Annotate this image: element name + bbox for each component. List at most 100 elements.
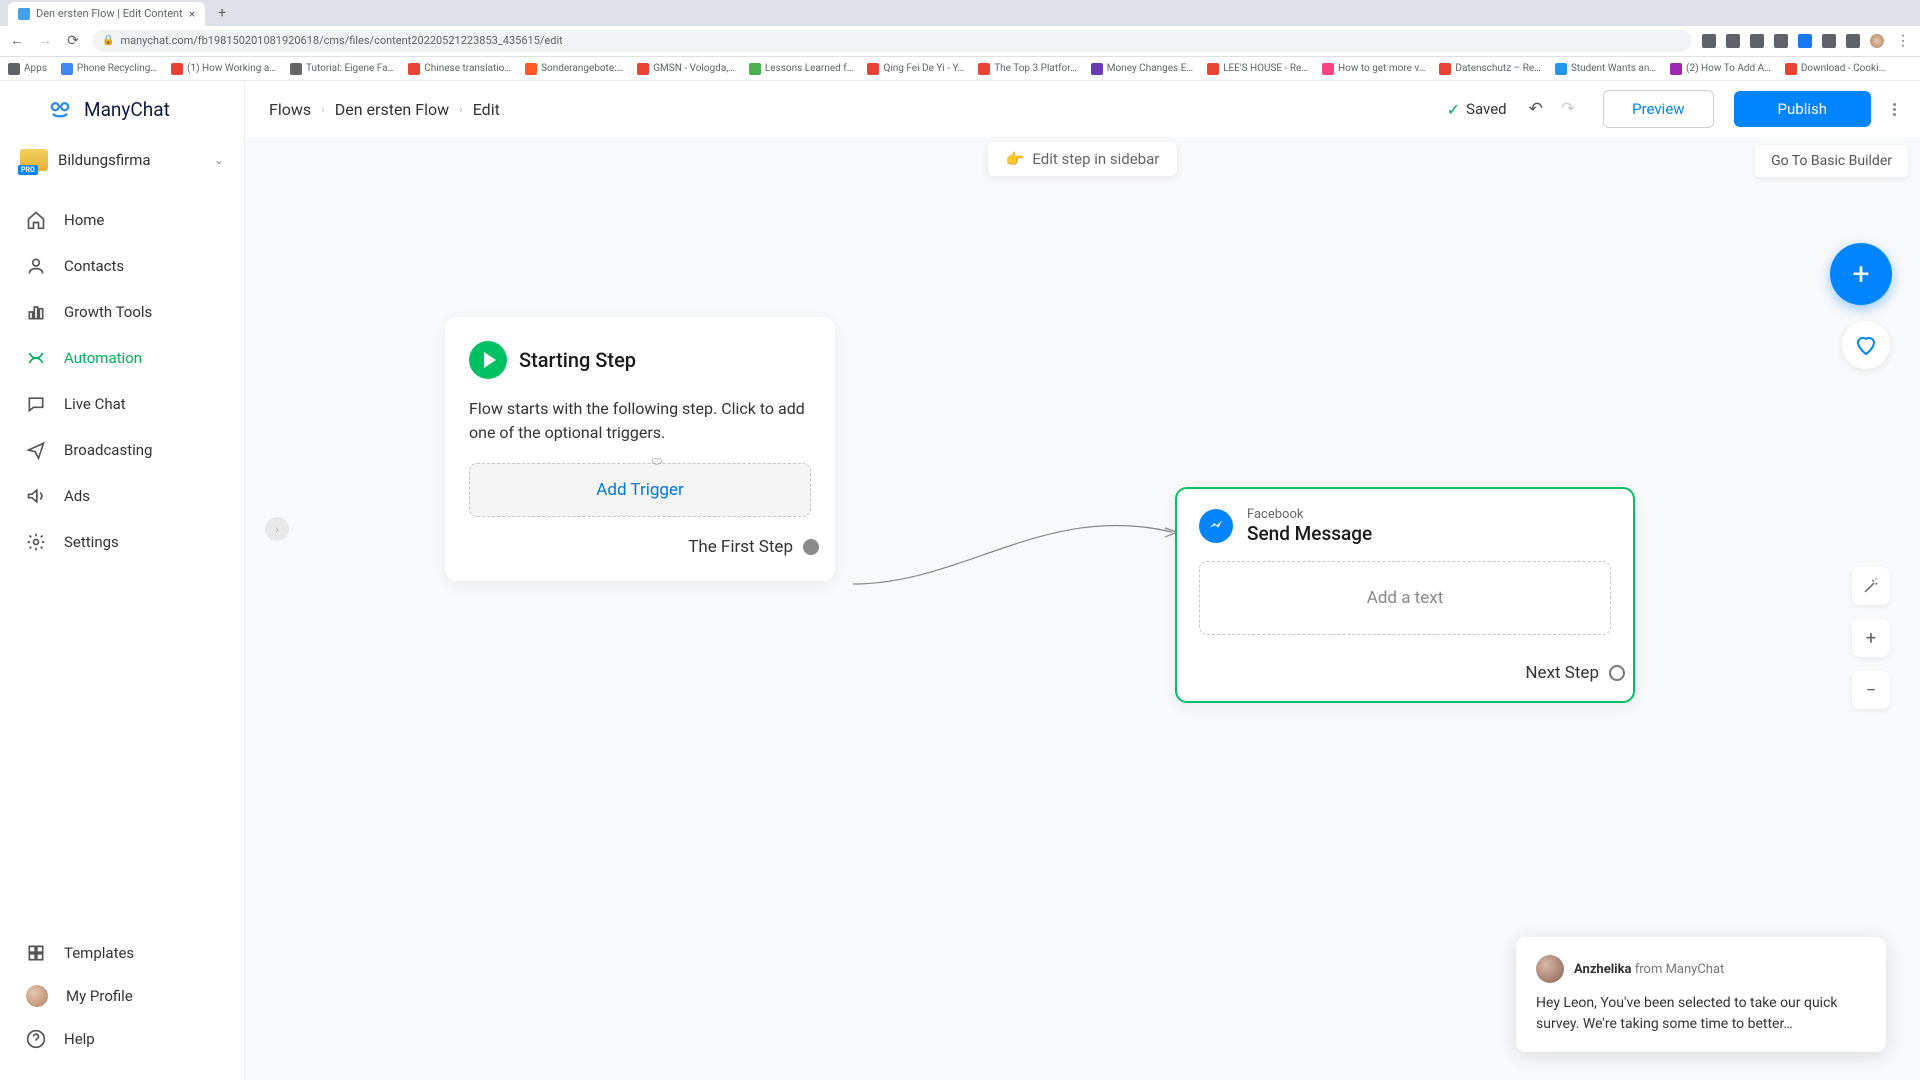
saved-status: ✓ Saved xyxy=(1447,100,1507,119)
workspace-name: Bildungsfirma xyxy=(58,151,151,169)
back-button[interactable]: ← xyxy=(8,32,26,50)
ext-icon[interactable] xyxy=(1846,34,1860,48)
bookmark-item[interactable]: (2) How To Add A… xyxy=(1670,63,1771,75)
workspace-selector[interactable]: PRO Bildungsfirma ⌄ xyxy=(0,137,244,183)
contacts-icon xyxy=(26,256,46,276)
output-port[interactable] xyxy=(1609,665,1625,681)
auto-arrange-button[interactable] xyxy=(1852,567,1890,605)
crumb-flow-name[interactable]: Den ersten Flow xyxy=(335,100,449,119)
bookmark-item[interactable]: Sonderangebote:… xyxy=(525,63,623,75)
more-menu-button[interactable] xyxy=(1893,103,1896,116)
next-step-output[interactable]: Next Step xyxy=(1199,663,1611,683)
bookmark-item[interactable]: Money Changes E… xyxy=(1091,63,1193,75)
ext-icon[interactable] xyxy=(1822,34,1836,48)
profile-avatar-icon[interactable] xyxy=(1870,34,1884,48)
bookmark-label: GMSN - Vologda,… xyxy=(653,63,735,74)
first-step-output[interactable]: The First Step xyxy=(469,537,811,557)
url-text: manychat.com/fb198150201081920618/cms/fi… xyxy=(120,34,562,47)
sidebar-item-broadcasting[interactable]: Broadcasting xyxy=(0,427,244,473)
bookmark-item[interactable]: Chinese translatio… xyxy=(408,63,511,75)
main: Flows › Den ersten Flow › Edit ✓ Saved ↶… xyxy=(245,81,1920,1080)
bookmark-item[interactable]: Qing Fei De Yi - Y… xyxy=(867,63,964,75)
undo-button[interactable]: ↶ xyxy=(1529,99,1543,119)
crumb-edit: Edit xyxy=(473,100,500,119)
menu-icon[interactable]: ⋮ xyxy=(1894,32,1912,50)
chevron-down-icon: ⌄ xyxy=(214,153,224,167)
bookmark-item[interactable]: GMSN - Vologda,… xyxy=(637,63,735,75)
close-icon[interactable]: × xyxy=(189,7,195,21)
zoom-out-button[interactable]: − xyxy=(1852,671,1890,709)
bookmark-item[interactable]: The Top 3 Platfor… xyxy=(978,63,1077,75)
bookmark-item[interactable]: How to get more v… xyxy=(1322,63,1425,75)
bookmark-item[interactable]: Download - Cooki… xyxy=(1785,63,1885,75)
cursor-icon: ⬭ xyxy=(652,454,662,469)
ext-icon[interactable] xyxy=(1702,34,1716,48)
zoom-in-button[interactable]: + xyxy=(1852,619,1890,657)
send-message-card[interactable]: Facebook Send Message Add a text Next St… xyxy=(1175,487,1635,703)
ext-icon[interactable] xyxy=(1774,34,1788,48)
bookmark-favicon xyxy=(408,63,420,75)
add-trigger-button[interactable]: ⬭ Add Trigger xyxy=(469,463,811,517)
bookmark-label: Phone Recycling… xyxy=(77,63,157,74)
sidebar-item-label: My Profile xyxy=(66,987,133,1005)
chat-from: from ManyChat xyxy=(1635,962,1725,977)
crumb-flows[interactable]: Flows xyxy=(269,100,311,119)
publish-button[interactable]: Publish xyxy=(1734,91,1871,127)
heart-icon xyxy=(1854,333,1878,357)
add-step-button[interactable]: + xyxy=(1830,243,1892,305)
logo[interactable]: ManyChat xyxy=(0,81,244,137)
bookmark-item[interactable]: LEE'S HOUSE - Re… xyxy=(1207,63,1308,75)
output-port[interactable] xyxy=(803,539,819,555)
saved-label: Saved xyxy=(1466,100,1507,118)
expand-panel-button[interactable]: › xyxy=(265,517,289,541)
sidebar-item-ads[interactable]: Ads xyxy=(0,473,244,519)
sidebar: ManyChat PRO Bildungsfirma ⌄ HomeContact… xyxy=(0,81,245,1080)
sidebar-item-label: Automation xyxy=(64,349,142,367)
ext-icon[interactable] xyxy=(1798,34,1812,48)
sidebar-item-contacts[interactable]: Contacts xyxy=(0,243,244,289)
bookmark-item[interactable]: Tutorial: Eigene Fa… xyxy=(290,63,394,75)
chat-message: Hey Leon, You've been selected to take o… xyxy=(1536,993,1866,1034)
bookmark-favicon xyxy=(1555,63,1567,75)
chevron-right-icon: › xyxy=(321,102,325,116)
starting-step-card[interactable]: Starting Step Flow starts with the follo… xyxy=(445,317,835,581)
card-title: Send Message xyxy=(1247,522,1372,545)
browser-tab[interactable]: Den ersten Flow | Edit Content × xyxy=(8,2,205,26)
reload-button[interactable]: ⟳ xyxy=(64,32,82,50)
first-step-label: The First Step xyxy=(688,537,793,557)
bookmark-label: Sonderangebote:… xyxy=(541,63,623,74)
bookmark-item[interactable]: Phone Recycling… xyxy=(61,63,157,75)
url-field[interactable]: 🔒 manychat.com/fb198150201081920618/cms/… xyxy=(92,30,1692,52)
bookmark-item[interactable]: (1) How Working a… xyxy=(171,63,276,75)
bookmark-label: Student Wants an… xyxy=(1571,63,1656,74)
card-title: Starting Step xyxy=(519,348,636,372)
ext-icon[interactable] xyxy=(1726,34,1740,48)
add-text-button[interactable]: Add a text xyxy=(1199,561,1611,635)
bookmark-item[interactable]: Apps xyxy=(8,63,47,75)
sidebar-item-home[interactable]: Home xyxy=(0,197,244,243)
sidebar-item-growth-tools[interactable]: Growth Tools xyxy=(0,289,244,335)
bookmark-label: Chinese translatio… xyxy=(424,63,511,74)
sidebar-item-help[interactable]: Help xyxy=(0,1018,244,1060)
ext-icon[interactable] xyxy=(1750,34,1764,48)
sidebar-item-live-chat[interactable]: Live Chat xyxy=(0,381,244,427)
sidebar-item-my-profile[interactable]: My Profile xyxy=(0,974,244,1018)
bookmark-item[interactable]: Datenschutz – Re… xyxy=(1439,63,1540,75)
new-tab-button[interactable]: + xyxy=(211,2,233,24)
preview-button[interactable]: Preview xyxy=(1603,90,1713,128)
redo-button: ↷ xyxy=(1561,99,1575,119)
sidebar-item-settings[interactable]: Settings xyxy=(0,519,244,565)
favorite-button[interactable] xyxy=(1842,321,1890,369)
sidebar-item-automation[interactable]: Automation xyxy=(0,335,244,381)
forward-button[interactable]: → xyxy=(36,32,54,50)
bookmark-favicon xyxy=(1322,63,1334,75)
support-chat-widget[interactable]: Anzhelika from ManyChat Hey Leon, You've… xyxy=(1516,937,1886,1052)
bookmark-label: (2) How To Add A… xyxy=(1686,63,1771,74)
bookmarks-bar: Apps Phone Recycling… (1) How Working a… Tu… xyxy=(0,57,1920,81)
sidebar-item-label: Templates xyxy=(64,944,134,962)
bookmark-label: Money Changes E… xyxy=(1107,63,1193,74)
sidebar-item-templates[interactable]: Templates xyxy=(0,932,244,974)
bookmark-item[interactable]: Lessons Learned f… xyxy=(749,63,854,75)
bookmark-item[interactable]: Student Wants an… xyxy=(1555,63,1656,75)
flow-canvas[interactable]: › Starting Step Flow starts with the fol… xyxy=(245,137,1920,1080)
